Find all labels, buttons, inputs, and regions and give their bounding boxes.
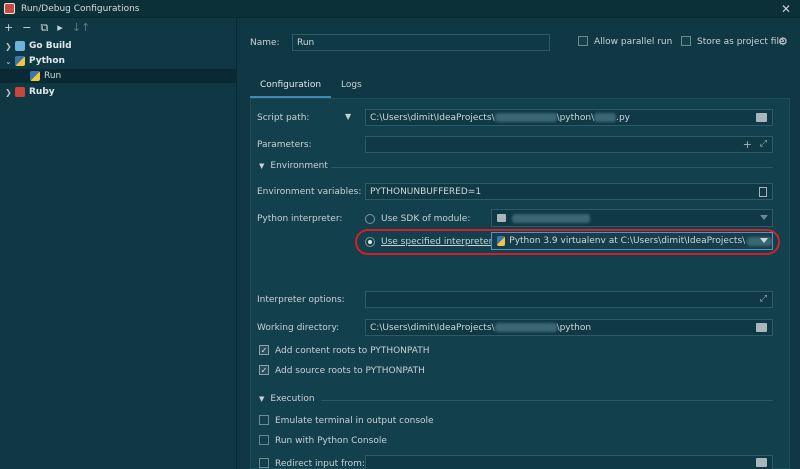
interpreter-dropdown[interactable]: Python 3.9 virtualenv at C:\Users\dimit\… xyxy=(491,232,773,250)
env-vars-value: PYTHONUNBUFFERED=1 xyxy=(370,186,482,197)
environment-section-header[interactable]: ▼ Environment xyxy=(259,161,328,171)
redirect-input-checkbox[interactable] xyxy=(259,458,269,468)
tree-item-label: Python xyxy=(29,56,65,66)
section-divider xyxy=(321,400,773,401)
allow-parallel-checkbox[interactable] xyxy=(578,36,588,46)
interpreter-options-label: Interpreter options: xyxy=(257,295,345,305)
sort-icon[interactable]: ↓↑ xyxy=(72,22,90,33)
python-interpreter-label: Python interpreter: xyxy=(257,214,343,224)
folder-icon[interactable] xyxy=(756,113,767,122)
tab-logs[interactable]: Logs xyxy=(331,74,372,98)
tree-item-python[interactable]: ⌄ Python xyxy=(0,54,237,68)
add-content-roots-checkbox[interactable]: ✓ xyxy=(259,345,269,355)
configuration-editor: Name: Run Allow parallel run Store as pr… xyxy=(238,18,800,469)
working-dir-label: Working directory: xyxy=(257,323,340,333)
remove-icon[interactable]: − xyxy=(22,22,31,33)
script-path-mid: \python\ xyxy=(556,112,595,123)
gear-icon[interactable]: ⚙ xyxy=(778,35,788,48)
name-input[interactable]: Run xyxy=(292,34,550,51)
python-icon xyxy=(497,236,506,246)
store-as-file-checkbox[interactable] xyxy=(681,36,691,46)
run-with-console-checkbox[interactable] xyxy=(259,435,269,445)
tree-toolbar: + − ⧉ ▸ ↓↑ xyxy=(0,18,236,36)
emulate-terminal-label: Emulate terminal in output console xyxy=(275,416,434,426)
env-vars-input[interactable]: PYTHONUNBUFFERED=1 xyxy=(365,183,773,200)
redacted-text xyxy=(512,213,590,223)
python-icon xyxy=(30,71,40,81)
interpreter-value: Python 3.9 virtualenv at C:\Users\dimit\… xyxy=(509,236,746,246)
chevron-down-icon[interactable] xyxy=(760,238,768,243)
working-dir-prefix: C:\Users\dimit\IdeaProjects\ xyxy=(370,322,495,333)
execution-section-header[interactable]: ▼ Execution xyxy=(259,394,315,404)
use-sdk-label: Use SDK of module: xyxy=(381,214,471,224)
working-dir-input[interactable]: C:\Users\dimit\IdeaProjects\ \python xyxy=(365,319,773,336)
add-icon[interactable]: + xyxy=(4,22,13,33)
title-bar: Run/Debug Configurations ✕ xyxy=(0,0,800,18)
section-divider xyxy=(331,167,773,168)
chevron-right-icon[interactable]: ❯ xyxy=(5,88,15,97)
interpreter-options-input[interactable]: ⤢ xyxy=(365,291,773,308)
use-specified-radio[interactable] xyxy=(365,237,375,247)
redacted-text xyxy=(494,323,557,332)
use-sdk-radio[interactable] xyxy=(365,214,375,224)
module-sdk-dropdown[interactable] xyxy=(491,209,773,227)
script-path-prefix: C:\Users\dimit\IdeaProjects\ xyxy=(370,112,495,123)
go-build-icon xyxy=(15,41,25,51)
redacted-text xyxy=(494,113,557,122)
copy-icon[interactable]: ⧉ xyxy=(40,22,48,33)
tree-item-label: Ruby xyxy=(29,87,55,97)
plus-icon[interactable]: + xyxy=(743,138,752,151)
expand-icon[interactable]: ⤢ xyxy=(760,139,767,149)
store-as-file-label: Store as project file xyxy=(697,37,785,47)
script-path-input[interactable]: C:\Users\dimit\IdeaProjects\ \python\ .p… xyxy=(365,109,773,126)
parameters-label: Parameters: xyxy=(257,140,312,150)
tree-item-label: Go Build xyxy=(29,41,72,51)
add-content-roots-label: Add content roots to PYTHONPATH xyxy=(275,346,430,356)
app-icon xyxy=(4,3,15,14)
configuration-panel: Script path: ▼ C:\Users\dimit\IdeaProjec… xyxy=(250,98,790,469)
working-dir-suffix: \python xyxy=(556,322,592,333)
add-source-roots-label: Add source roots to PYTHONPATH xyxy=(275,366,425,376)
env-vars-label: Environment variables: xyxy=(257,187,362,197)
chevron-right-icon[interactable]: ❯ xyxy=(5,42,15,51)
redirect-input-field[interactable] xyxy=(365,455,773,469)
editor-tabs: Configuration Logs xyxy=(250,74,372,98)
chevron-down-icon[interactable]: ⌄ xyxy=(5,57,15,66)
configurations-tree-pane: + − ⧉ ▸ ↓↑ ❯ Go Build ⌄ Python Run ❯ Rub… xyxy=(0,18,237,469)
document-icon[interactable] xyxy=(759,187,767,197)
chevron-down-icon[interactable]: ▼ xyxy=(259,162,264,170)
execution-header-label: Execution xyxy=(270,394,315,404)
script-path-suffix: .py xyxy=(616,112,631,123)
window-title: Run/Debug Configurations xyxy=(21,3,140,14)
tree-item-label: Run xyxy=(44,71,62,81)
add-source-roots-checkbox[interactable]: ✓ xyxy=(259,365,269,375)
folder-icon[interactable] xyxy=(756,323,767,332)
module-icon xyxy=(497,214,506,222)
script-path-label: Script path: xyxy=(257,113,310,123)
tab-configuration[interactable]: Configuration xyxy=(250,74,332,98)
python-icon xyxy=(15,56,25,66)
chevron-down-icon[interactable] xyxy=(760,215,768,220)
folder-icon[interactable] xyxy=(756,458,767,467)
run-with-console-label: Run with Python Console xyxy=(275,436,387,446)
redirect-input-label: Redirect input from: xyxy=(275,459,365,469)
tree-item-run[interactable]: Run xyxy=(0,69,237,83)
tree-item-go-build[interactable]: ❯ Go Build xyxy=(0,39,237,53)
name-label: Name: xyxy=(250,38,280,48)
move-to-folder-icon[interactable]: ▸ xyxy=(57,22,63,33)
ruby-icon xyxy=(15,87,25,97)
chevron-down-icon[interactable]: ▼ xyxy=(345,112,351,121)
expand-icon[interactable]: ⤢ xyxy=(760,294,767,304)
chevron-down-icon[interactable]: ▼ xyxy=(259,395,264,403)
emulate-terminal-checkbox[interactable] xyxy=(259,415,269,425)
use-specified-label: Use specified interpreter: xyxy=(381,237,496,247)
environment-header-label: Environment xyxy=(270,161,328,171)
tree-item-ruby[interactable]: ❯ Ruby xyxy=(0,85,237,99)
allow-parallel-label: Allow parallel run xyxy=(594,37,673,47)
parameters-input[interactable]: + ⤢ xyxy=(365,136,773,153)
close-icon[interactable]: ✕ xyxy=(781,2,791,16)
redacted-text xyxy=(594,113,617,122)
